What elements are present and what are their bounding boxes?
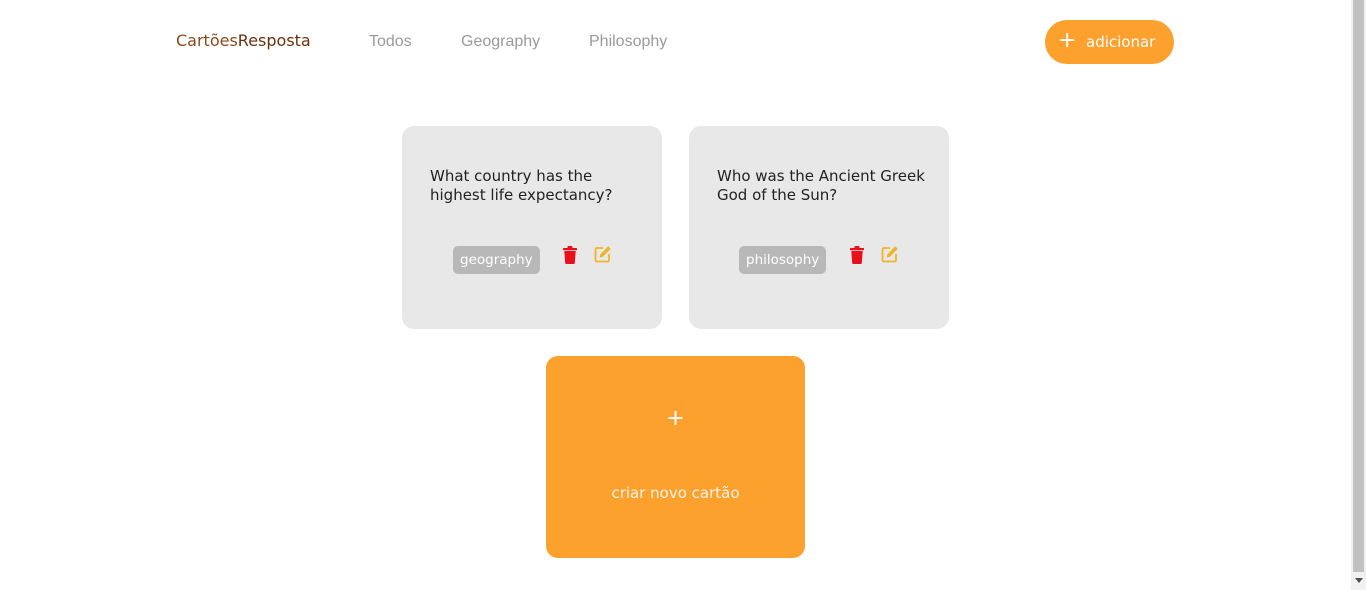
add-button[interactable]: + adicionar — [1045, 20, 1174, 64]
edit-icon[interactable] — [594, 245, 612, 263]
nav-geography[interactable]: Geography — [461, 32, 540, 51]
logo-part-1: Cartões — [176, 31, 238, 50]
plus-icon: + — [1058, 28, 1077, 53]
logo[interactable]: CartõesResposta — [176, 31, 311, 51]
plus-icon: + — [666, 406, 685, 431]
trash-icon[interactable] — [849, 246, 865, 264]
create-card-button[interactable]: + criar novo cartão — [546, 356, 805, 558]
card-question: Who was the Ancient Greek God of the Sun… — [717, 167, 925, 204]
scrollbar-thumb[interactable] — [1353, 0, 1364, 572]
flashcard[interactable]: What country has the highest life expect… — [402, 126, 662, 329]
card-question: What country has the highest life expect… — [430, 167, 613, 204]
page: CartõesResposta Todos Geography Philosop… — [0, 0, 1351, 590]
add-button-label: adicionar — [1086, 33, 1156, 51]
create-card-label: criar novo cartão — [611, 484, 740, 502]
viewport: CartõesResposta Todos Geography Philosop… — [0, 0, 1366, 590]
nav-philosophy[interactable]: Philosophy — [589, 32, 667, 51]
trash-icon[interactable] — [562, 246, 578, 264]
category-tag: geography — [453, 246, 540, 274]
logo-part-2: Resposta — [237, 31, 311, 50]
flashcard[interactable]: Who was the Ancient Greek God of the Sun… — [689, 126, 949, 329]
nav-todos[interactable]: Todos — [369, 32, 412, 51]
vertical-scrollbar[interactable] — [1351, 0, 1366, 590]
scroll-down-arrow-icon[interactable] — [1355, 578, 1363, 583]
category-tag: philosophy — [739, 246, 827, 274]
edit-icon[interactable] — [881, 245, 899, 263]
